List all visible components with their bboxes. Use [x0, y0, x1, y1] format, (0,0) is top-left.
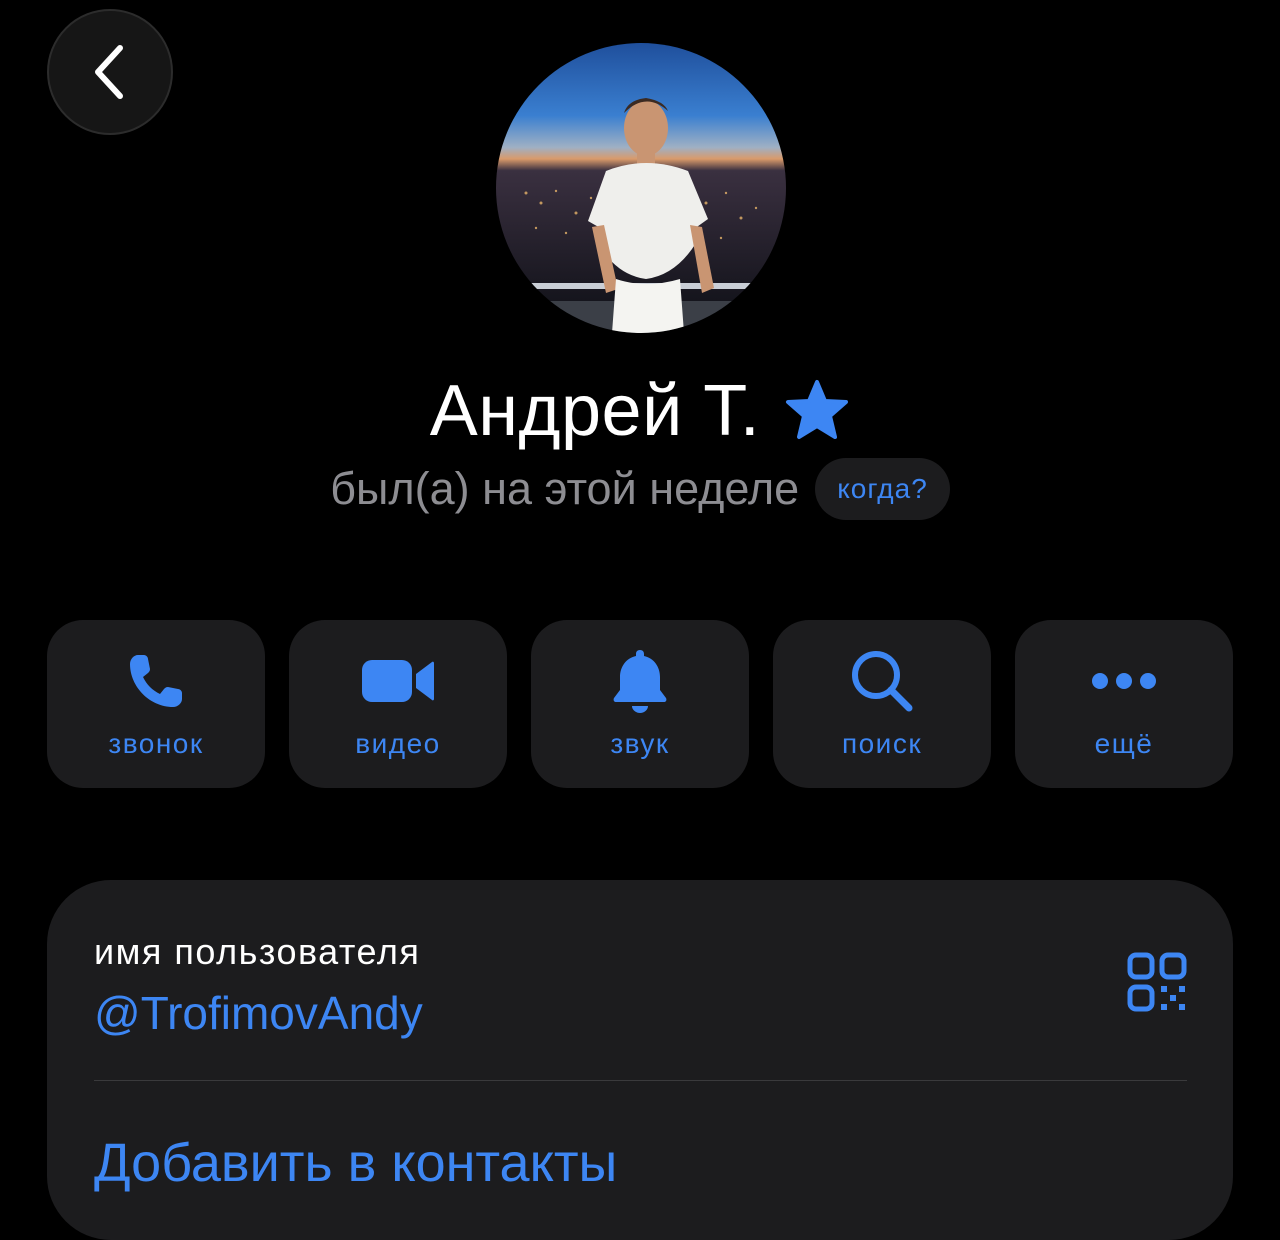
video-label: видео: [355, 728, 441, 759]
last-seen-row: был(а) на этой неделе когда?: [0, 458, 1280, 520]
chevron-left-icon: [95, 45, 123, 99]
search-button[interactable]: поиск: [773, 620, 991, 788]
bell-icon: [613, 650, 667, 713]
more-button[interactable]: ещё: [1015, 620, 1233, 788]
call-label: звонок: [108, 728, 204, 759]
video-camera-icon: [362, 660, 434, 702]
profile-photo: [496, 43, 786, 333]
search-label: поиск: [841, 728, 923, 759]
qr-code-icon[interactable]: [1127, 952, 1187, 1012]
phone-icon: [130, 655, 182, 707]
username-label: имя пользователя: [94, 931, 421, 972]
search-icon: [852, 651, 913, 712]
sound-label: звук: [610, 728, 670, 759]
back-button[interactable]: [47, 9, 173, 135]
video-button[interactable]: видео: [289, 620, 507, 788]
username-link[interactable]: @TrofimovAndy: [94, 984, 423, 1042]
info-card: имя пользователя @TrofimovAndy Добавить …: [47, 880, 1233, 1240]
sound-button[interactable]: звук: [531, 620, 749, 788]
action-bar: звонок видео звук поиск ещё: [47, 620, 1233, 788]
profile-avatar[interactable]: [496, 43, 786, 333]
more-label: ещё: [1094, 728, 1154, 759]
profile-name: Андрей Т.: [429, 371, 761, 451]
star-icon[interactable]: [784, 378, 850, 444]
more-dots-icon: [1092, 673, 1156, 689]
profile-name-row: Андрей Т.: [0, 366, 1280, 456]
divider: [94, 1080, 1187, 1081]
call-button[interactable]: звонок: [47, 620, 265, 788]
add-to-contacts-button[interactable]: Добавить в контакты: [94, 1131, 617, 1195]
when-button[interactable]: когда?: [815, 458, 950, 520]
last-seen-status: был(а) на этой неделе: [330, 463, 800, 514]
